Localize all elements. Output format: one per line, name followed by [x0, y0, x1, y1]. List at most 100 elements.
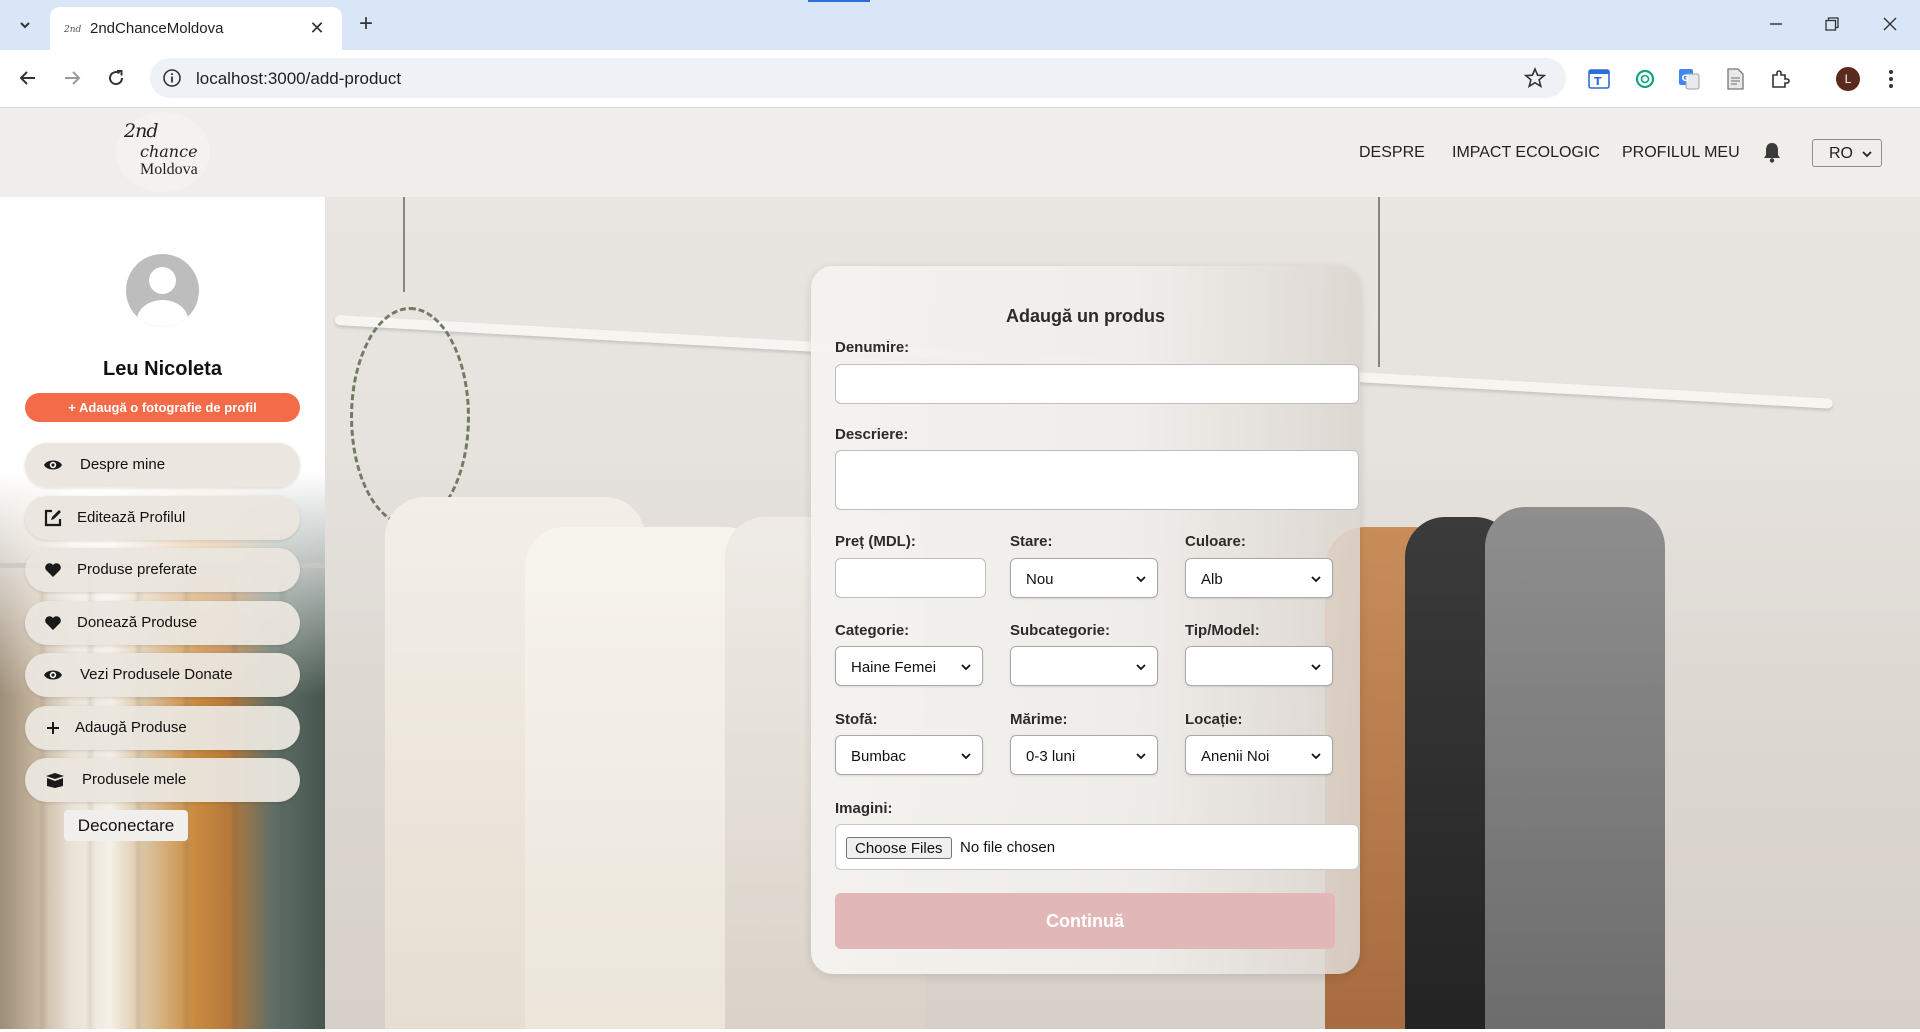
location-label: Locație:	[1185, 711, 1243, 728]
category-label: Categorie:	[835, 622, 910, 639]
add-product-form: Adaugă un produs Denumire: Descriere: Pr…	[811, 266, 1360, 974]
eye-icon	[43, 665, 63, 685]
reload-icon	[109, 70, 124, 86]
nav-link-profilul-meu[interactable]: PROFILUL MEU	[1622, 144, 1740, 162]
sidebar-item-editeaza-profilul[interactable]: Editează Profilul	[25, 496, 300, 540]
product-description-textarea[interactable]	[835, 450, 1359, 510]
translate-ext-icon: T	[1588, 69, 1610, 89]
add-profile-photo-button[interactable]: + Adaugă o fotografie de profil	[25, 393, 300, 422]
back-button[interactable]	[12, 62, 44, 94]
location-select[interactable]: Anenii Noi	[1185, 735, 1333, 775]
chevron-down-icon	[1311, 753, 1321, 760]
subcategory-label: Subcategorie:	[1010, 622, 1111, 639]
chevron-down-icon	[1136, 753, 1146, 760]
site-info-icon[interactable]	[162, 68, 182, 88]
restore-button[interactable]	[1812, 8, 1852, 40]
type-model-label: Tip/Model:	[1185, 622, 1260, 639]
ai-ext-icon	[1635, 69, 1655, 89]
extension-translate-button[interactable]: T	[1586, 66, 1612, 92]
size-label: Mărime:	[1010, 711, 1068, 728]
profile-sidebar: Leu Nicoleta + Adaugă o fotografie de pr…	[0, 197, 325, 1029]
images-file-input[interactable]: Choose Files No file chosen	[835, 824, 1359, 870]
vine-decoration	[350, 307, 470, 527]
color-select-value: Alb	[1201, 571, 1223, 588]
close-window-button[interactable]	[1870, 8, 1910, 40]
new-tab-button[interactable]: +	[352, 10, 380, 38]
sidebar-item-label: Vezi Produsele Donate	[80, 666, 233, 683]
hanging-string-decoration	[403, 197, 405, 292]
sidebar-item-doneaza-produse[interactable]: Donează Produse	[25, 601, 300, 645]
tab-title: 2ndChanceMoldova	[90, 20, 224, 37]
minimize-button[interactable]	[1756, 8, 1796, 40]
reload-button[interactable]	[100, 62, 132, 94]
svg-text:G: G	[1682, 74, 1689, 84]
extension-ai-button[interactable]	[1632, 66, 1658, 92]
document-icon	[1727, 68, 1744, 90]
extension-google-translate-button[interactable]: G	[1676, 66, 1702, 92]
file-status-text: No file chosen	[960, 839, 1056, 856]
sidebar-item-produsele-mele[interactable]: Produsele mele	[25, 758, 300, 802]
condition-select[interactable]: Nou	[1010, 558, 1158, 598]
chevron-down-icon	[961, 664, 971, 671]
arrow-left-icon	[19, 71, 35, 85]
sidebar-item-label: Editează Profilul	[77, 509, 186, 526]
sidebar-item-label: Produse preferate	[77, 561, 198, 578]
fabric-select[interactable]: Bumbac	[835, 735, 983, 775]
category-select[interactable]: Haine Femei	[835, 646, 983, 686]
forward-button[interactable]	[56, 62, 88, 94]
notifications-bell-icon[interactable]	[1762, 141, 1782, 163]
browser-menu-button[interactable]	[1878, 66, 1904, 92]
subcategory-select[interactable]	[1010, 646, 1158, 686]
chevron-down-icon	[1311, 664, 1321, 671]
svg-text:T: T	[1594, 75, 1602, 88]
minimize-icon	[1770, 23, 1782, 25]
choose-files-button[interactable]: Choose Files	[846, 837, 952, 859]
color-select[interactable]: Alb	[1185, 558, 1333, 598]
restore-icon	[1825, 17, 1839, 31]
type-model-select[interactable]	[1185, 646, 1333, 686]
arrow-right-icon	[65, 71, 81, 85]
sidebar-item-label: Produsele mele	[82, 771, 187, 788]
price-input[interactable]	[835, 558, 986, 598]
size-select-value: 0-3 luni	[1026, 748, 1076, 765]
profile-name: Leu Nicoleta	[103, 358, 222, 380]
logo-line-2: chance	[140, 142, 198, 161]
address-bar[interactable]: localhost:3000/add-product	[150, 58, 1566, 98]
more-vertical-icon	[1889, 70, 1893, 88]
name-label: Denumire:	[835, 339, 910, 356]
close-icon	[1883, 17, 1897, 31]
sidebar-item-adauga-produse[interactable]: Adaugă Produse	[25, 706, 300, 750]
nav-link-impact-ecologic[interactable]: IMPACT ECOLOGIC	[1452, 144, 1600, 162]
svg-text:2nd: 2nd	[64, 25, 82, 35]
size-select[interactable]: 0-3 luni	[1010, 735, 1158, 775]
nav-link-despre[interactable]: DESPRE	[1359, 144, 1425, 162]
logo-line-1: 2nd	[124, 120, 158, 142]
box-icon	[45, 770, 65, 790]
sidebar-item-produse-preferate[interactable]: Produse preferate	[25, 548, 300, 592]
location-select-value: Anenii Noi	[1201, 748, 1270, 765]
grey-knit-decoration	[1485, 507, 1665, 1029]
browser-tab-strip: 2nd 2ndChanceMoldova ✕ +	[0, 0, 1920, 50]
site-logo[interactable]: 2nd chance Moldova	[116, 112, 210, 192]
product-name-input[interactable]	[835, 364, 1359, 404]
sidebar-item-vezi-produsele-donate[interactable]: Vezi Produsele Donate	[25, 653, 300, 697]
close-tab-icon[interactable]: ✕	[306, 17, 328, 39]
sidebar-item-label: Adaugă Produse	[75, 719, 187, 736]
extensions-menu-button[interactable]	[1767, 66, 1793, 92]
description-label: Descriere:	[835, 426, 909, 443]
continue-button[interactable]: Continuă	[835, 893, 1335, 949]
avatar-head-shape	[149, 267, 176, 294]
language-select-value: RO	[1829, 145, 1853, 162]
eye-icon	[43, 455, 63, 475]
tab-search-button[interactable]	[12, 12, 38, 38]
avatar-body-shape	[137, 300, 188, 327]
profile-avatar-button[interactable]: L	[1836, 67, 1860, 91]
bookmark-star-icon[interactable]	[1524, 67, 1546, 89]
language-select[interactable]: RO	[1812, 139, 1882, 167]
extension-reader-button[interactable]	[1722, 66, 1748, 92]
browser-toolbar: localhost:3000/add-product T G L	[0, 50, 1920, 108]
hanging-string-decoration	[1378, 197, 1380, 367]
sidebar-item-despre-mine[interactable]: Despre mine	[25, 443, 300, 487]
logout-button[interactable]: Deconectare	[64, 810, 188, 841]
browser-tab[interactable]: 2nd 2ndChanceMoldova ✕	[50, 7, 342, 50]
